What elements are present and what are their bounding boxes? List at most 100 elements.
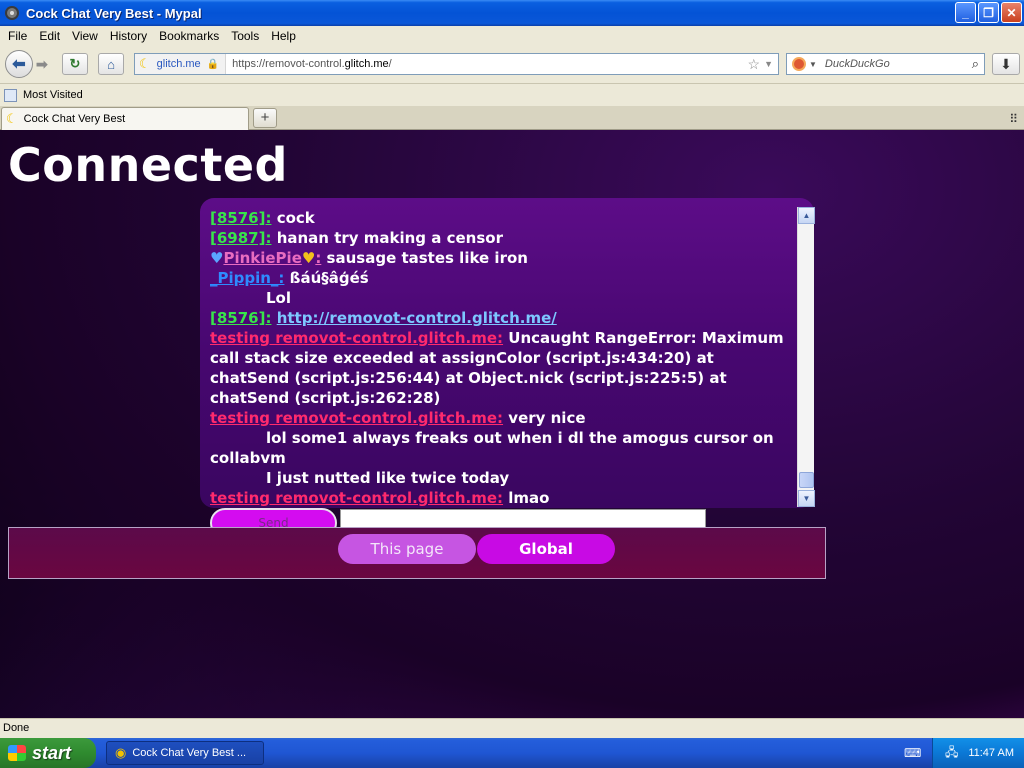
menu-bar: File Edit View History Bookmarks Tools H… xyxy=(0,26,1024,46)
url-bar[interactable]: ☾ glitch.me 🔒 https://removot-control.gl… xyxy=(134,53,779,75)
forward-arrow-icon: ➡ xyxy=(36,56,48,72)
window-title-bar: Cock Chat Very Best - Mypal _ ❐ ✕ xyxy=(0,0,1024,26)
new-tab-button[interactable]: + xyxy=(253,108,277,128)
navigation-toolbar: ⬅ ➡ ↻ ⌂ ☾ glitch.me 🔒 https://removot-co… xyxy=(0,46,1024,84)
chat-link[interactable]: http://removot-control.glitch.me/ xyxy=(277,309,557,327)
forward-button[interactable]: ➡ xyxy=(36,56,48,73)
menu-help[interactable]: Help xyxy=(265,29,302,43)
page-content: Connected [8576]: cock [6987]: hanan try … xyxy=(0,130,1024,718)
chat-message: testing removot-control.glitch.me: very … xyxy=(210,408,790,428)
message-input[interactable] xyxy=(340,509,706,529)
download-arrow-icon: ⬇ xyxy=(1000,55,1012,72)
tab-favicon-icon: ☾ xyxy=(6,111,18,126)
chat-text: I just nutted like twice today xyxy=(266,469,510,487)
yellow-heart-icon: ♥ xyxy=(301,249,316,267)
search-icon[interactable]: ⌕ xyxy=(972,56,979,72)
status-text: Done xyxy=(3,722,30,734)
taskbar-app-icon: ◉ xyxy=(115,745,127,760)
tab-title: Cock Chat Very Best xyxy=(23,113,126,125)
reload-button[interactable]: ↻ xyxy=(62,53,88,75)
chat-message: [8576]: http://removot-control.glitch.me… xyxy=(210,308,790,328)
home-button[interactable]: ⌂ xyxy=(98,53,124,75)
blue-heart-icon: ♥ xyxy=(210,249,224,267)
search-input[interactable]: DuckDuckGo xyxy=(825,58,972,70)
site-identity-button[interactable]: ☾ glitch.me 🔒 xyxy=(135,54,227,74)
chat-text: ßáú§âģéś xyxy=(284,269,369,287)
status-bar: Done xyxy=(0,718,1024,738)
site-favicon-icon: ☾ xyxy=(139,56,151,71)
url-text[interactable]: https://removot-control.glitch.me/ xyxy=(226,58,747,70)
chat-message: [8576]: cock xyxy=(210,208,790,228)
chat-username[interactable]: PinkiePie xyxy=(223,249,301,267)
tab-strip: ☾ Cock Chat Very Best + ⠿ xyxy=(0,106,1024,130)
scope-panel: This page Global xyxy=(8,527,826,579)
menu-view[interactable]: View xyxy=(66,29,104,43)
mypal-app-icon xyxy=(5,6,19,20)
chat-username[interactable]: testing removot-control.glitch.me: xyxy=(210,489,503,507)
chat-message: ♥PinkiePie♥: sausage tastes like iron xyxy=(210,248,790,268)
engine-dropdown-icon[interactable]: ▼ xyxy=(809,60,817,69)
chat-username[interactable]: _Pippin_: xyxy=(210,269,284,287)
chat-username[interactable]: [8576]: xyxy=(210,209,271,227)
url-suffix: / xyxy=(388,58,392,70)
plus-icon: + xyxy=(260,109,270,126)
menu-edit[interactable]: Edit xyxy=(33,29,66,43)
duckduckgo-icon[interactable] xyxy=(792,57,806,71)
scroll-thumb[interactable] xyxy=(799,472,814,488)
url-prefix: https://removot-control. xyxy=(232,58,345,70)
menu-history[interactable]: History xyxy=(104,29,153,43)
chat-text: very nice xyxy=(503,409,586,427)
url-dropdown-icon[interactable]: ▼ xyxy=(764,59,773,69)
back-button[interactable]: ⬅ xyxy=(5,50,33,78)
chat-text: Lol xyxy=(266,289,292,307)
reload-icon: ↻ xyxy=(69,56,81,71)
this-page-button[interactable]: This page xyxy=(338,534,476,564)
home-icon: ⌂ xyxy=(107,56,115,72)
keyboard-icon[interactable]: ⌨ xyxy=(904,746,921,760)
scroll-up-icon[interactable]: ▲ xyxy=(798,207,815,224)
site-identity-label: glitch.me xyxy=(156,58,201,70)
search-bar[interactable]: ▼ DuckDuckGo ⌕ xyxy=(786,53,985,75)
taskbar-item-browser[interactable]: ◉ Cock Chat Very Best ... xyxy=(106,741,264,765)
chat-username[interactable]: [6987]: xyxy=(210,229,271,247)
tab-active[interactable]: ☾ Cock Chat Very Best xyxy=(1,107,249,130)
close-button[interactable]: ✕ xyxy=(1001,2,1022,23)
network-icon[interactable]: 🖧 xyxy=(945,743,958,764)
page-heading: Connected xyxy=(8,138,288,192)
global-button[interactable]: Global xyxy=(477,534,615,564)
chat-message: [6987]: hanan try making a censor xyxy=(210,228,790,248)
chat-messages: [8576]: cock [6987]: hanan try making a c… xyxy=(210,208,790,508)
taskbar-item-label: Cock Chat Very Best ... xyxy=(132,747,247,759)
back-arrow-icon: ⬅ xyxy=(12,56,26,73)
menu-tools[interactable]: Tools xyxy=(225,29,265,43)
chat-message: testing removot-control.glitch.me: lmao xyxy=(210,488,790,508)
lock-icon: 🔒 xyxy=(206,58,220,70)
system-tray: 🖧 11:47 AM xyxy=(932,738,1024,768)
most-visited-bookmark[interactable]: Most Visited xyxy=(23,89,83,101)
scroll-down-icon[interactable]: ▼ xyxy=(798,490,815,507)
taskbar: start ◉ Cock Chat Very Best ... ⌨ 🖧 11:4… xyxy=(0,738,1024,768)
chat-username[interactable]: [8576]: xyxy=(210,309,271,327)
chat-text: hanan try making a censor xyxy=(271,229,503,247)
chat-message: _Pippin_: ßáú§âģéś xyxy=(210,268,790,288)
window-title: Cock Chat Very Best - Mypal xyxy=(26,5,202,21)
minimize-button[interactable]: _ xyxy=(955,2,976,23)
bookmark-folder-icon xyxy=(4,88,17,102)
chat-log: [8576]: cock [6987]: hanan try making a c… xyxy=(200,198,814,508)
clock: 11:47 AM xyxy=(968,747,1014,759)
chat-username[interactable]: testing removot-control.glitch.me: xyxy=(210,329,503,347)
chat-text: lmao xyxy=(503,489,550,507)
restore-button[interactable]: ❐ xyxy=(978,2,999,23)
windows-flag-icon xyxy=(8,745,26,761)
downloads-button[interactable]: ⬇ xyxy=(992,53,1020,75)
bookmark-star-icon[interactable]: ☆ xyxy=(748,56,761,73)
all-tabs-icon[interactable]: ⠿ xyxy=(1009,112,1018,126)
chat-message: testing removot-control.glitch.me: Uncau… xyxy=(210,328,790,408)
bookmarks-toolbar: Most Visited xyxy=(0,85,1024,105)
start-button[interactable]: start xyxy=(0,738,96,768)
chat-scrollbar[interactable]: ▲ ▼ xyxy=(797,207,815,507)
url-domain: glitch.me xyxy=(344,58,389,70)
menu-bookmarks[interactable]: Bookmarks xyxy=(153,29,225,43)
chat-username[interactable]: testing removot-control.glitch.me: xyxy=(210,409,503,427)
menu-file[interactable]: File xyxy=(2,29,33,43)
